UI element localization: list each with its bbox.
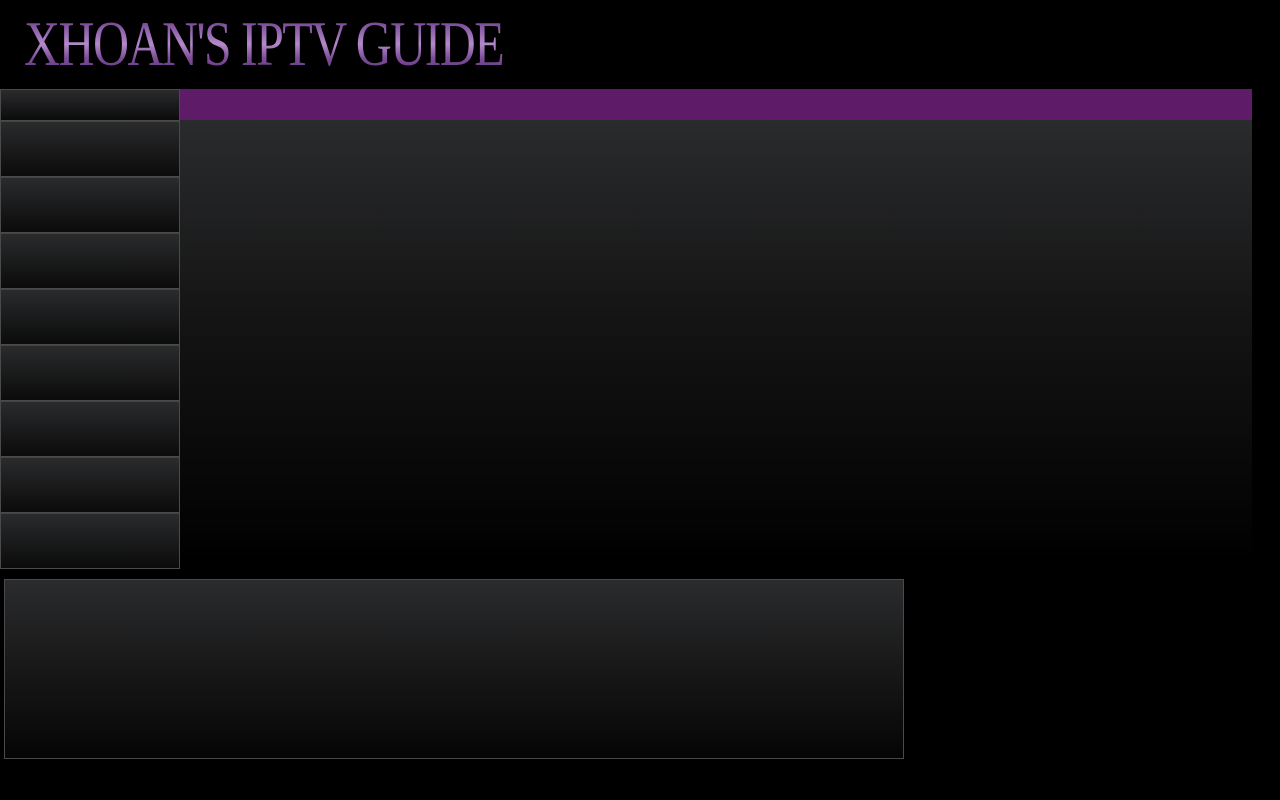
sidebar-item-6[interactable] bbox=[0, 401, 180, 457]
program-info-panel bbox=[4, 579, 904, 759]
sidebar-item-8[interactable] bbox=[0, 513, 180, 569]
guide-content-panel bbox=[180, 120, 1252, 565]
sidebar-item-4[interactable] bbox=[0, 289, 180, 345]
guide-header-bar bbox=[180, 89, 1252, 120]
sidebar-item-2[interactable] bbox=[0, 177, 180, 233]
sidebar-item-1[interactable] bbox=[0, 121, 180, 177]
sidebar-header bbox=[0, 89, 180, 121]
sidebar-item-5[interactable] bbox=[0, 345, 180, 401]
sidebar-item-3[interactable] bbox=[0, 233, 180, 289]
channel-sidebar bbox=[0, 89, 180, 569]
site-logo: XHOAN'S IPTV GUIDE bbox=[24, 8, 505, 79]
sidebar-item-7[interactable] bbox=[0, 457, 180, 513]
iptv-guide-page: XHOAN'S IPTV GUIDE bbox=[0, 0, 1280, 800]
